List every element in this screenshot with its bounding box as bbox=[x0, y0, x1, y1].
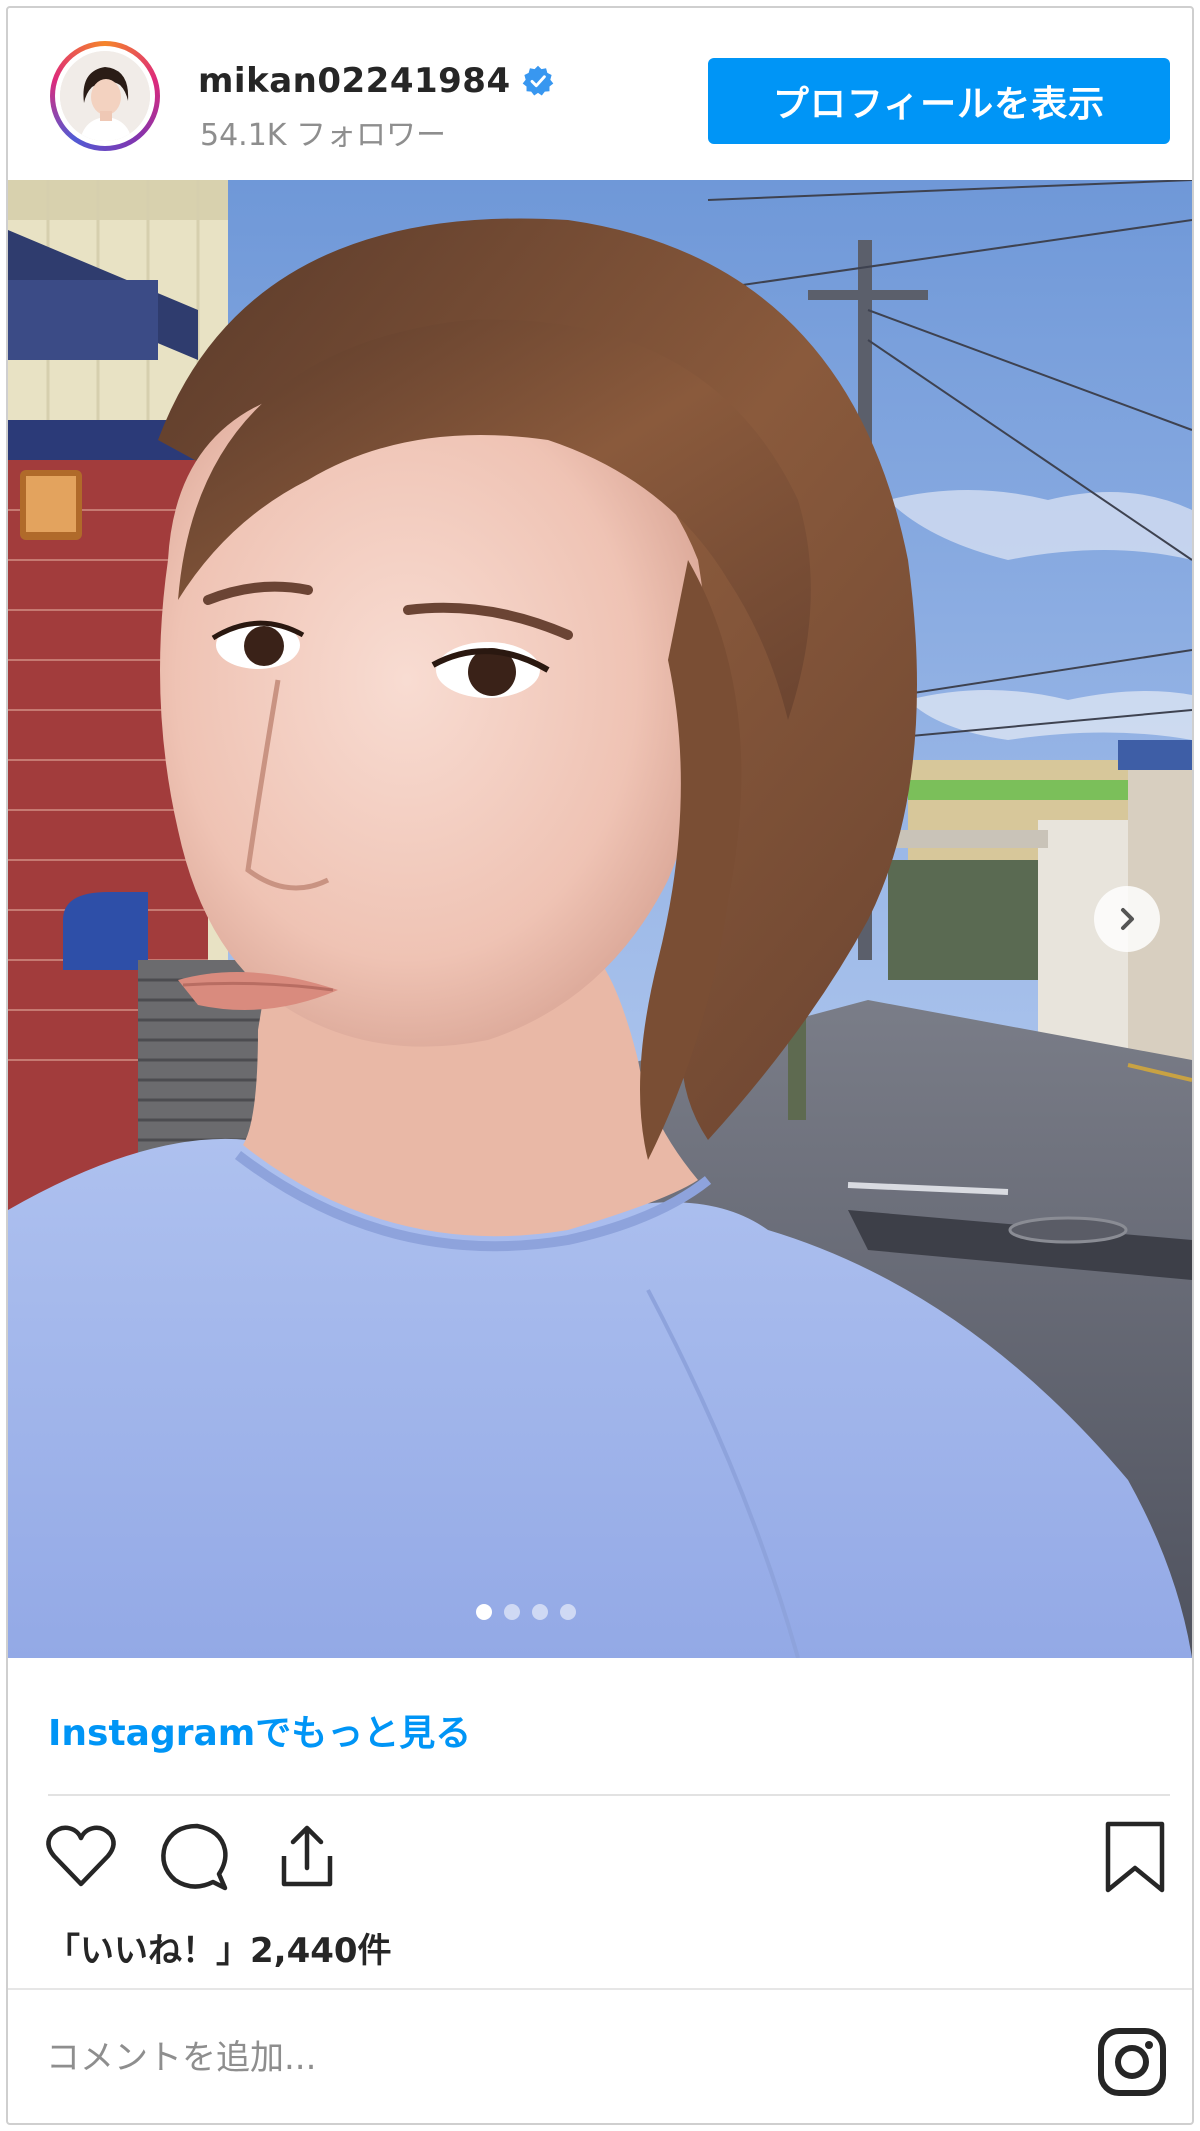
comment-icon[interactable] bbox=[153, 1816, 235, 1898]
username[interactable]: mikan02241984 bbox=[198, 61, 511, 101]
divider bbox=[48, 1794, 1170, 1796]
post-image[interactable] bbox=[8, 180, 1192, 1658]
carousel-indicator bbox=[8, 1604, 1118, 1620]
instagram-logo-icon[interactable] bbox=[1096, 2026, 1168, 2098]
view-more-on-instagram-link[interactable]: Instagramでもっと見る bbox=[48, 1704, 471, 1756]
carousel-dot bbox=[560, 1604, 576, 1620]
avatar-photo bbox=[60, 51, 150, 141]
view-profile-button[interactable]: プロフィールを表示 bbox=[708, 58, 1170, 144]
bookmark-icon[interactable] bbox=[1094, 1816, 1176, 1898]
verified-badge-icon bbox=[522, 65, 553, 96]
comment-input[interactable] bbox=[46, 2028, 746, 2088]
carousel-dot bbox=[504, 1604, 520, 1620]
action-bar bbox=[8, 1816, 1192, 1906]
share-icon[interactable] bbox=[266, 1816, 348, 1898]
heart-icon[interactable] bbox=[40, 1816, 122, 1898]
carousel-dot bbox=[476, 1604, 492, 1620]
divider bbox=[8, 1988, 1192, 1990]
post-header: mikan02241984 54.1K フォロワー プロフィールを表示 bbox=[8, 8, 1192, 180]
instagram-embed-card: mikan02241984 54.1K フォロワー プロフィールを表示 Inst… bbox=[6, 6, 1194, 2125]
carousel-dot bbox=[532, 1604, 548, 1620]
chevron-right-icon bbox=[1121, 908, 1134, 930]
follower-count: 54.1K フォロワー bbox=[200, 118, 447, 153]
like-count[interactable]: 「いいね！」2,440件 bbox=[46, 1923, 392, 1972]
avatar[interactable] bbox=[50, 41, 160, 151]
next-image-button[interactable] bbox=[1094, 886, 1160, 952]
